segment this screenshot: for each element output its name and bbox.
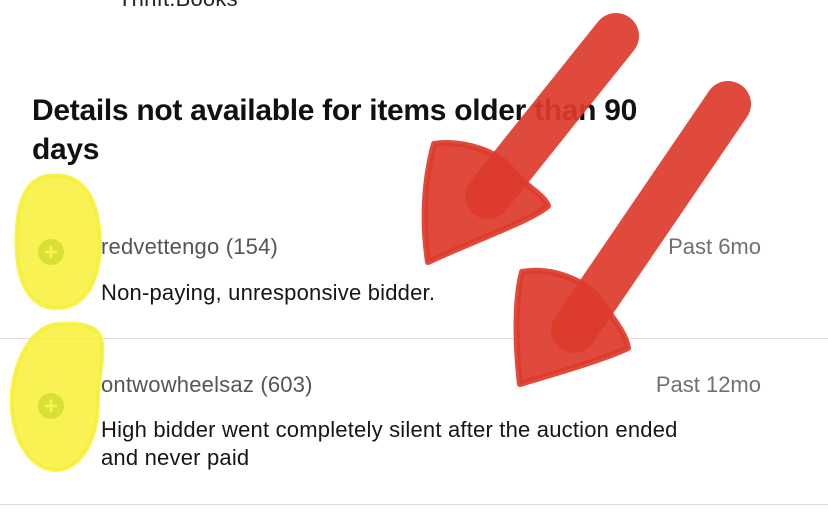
feedback-screen: Thrift.Books Details not available for i… [0,0,828,515]
divider [0,504,828,505]
feedback-comment: Non-paying, unresponsive bidder. [101,280,436,305]
plus-circle-icon[interactable] [38,393,64,419]
plus-icon [44,399,58,413]
section-title: Details not available for items older th… [32,94,638,166]
feedback-row[interactable]: redvettengo (154) Past 6mo Non-paying, u… [0,210,828,338]
feedback-username[interactable]: ontwowheelsaz (603) [101,372,313,398]
feedback-time: Past 12mo [655,372,761,397]
feedback-time: Past 6mo [668,234,761,259]
feedback-username[interactable]: redvettengo (154) [101,234,278,260]
feedback-row[interactable]: ontwowheelsaz (603) Past 12mo High bidde… [0,338,828,504]
plus-icon [44,245,58,259]
plus-circle-icon[interactable] [38,239,64,265]
clipped-header-text: Thrift.Books [118,0,238,12]
feedback-comment: High bidder went completely silent after… [101,417,678,470]
